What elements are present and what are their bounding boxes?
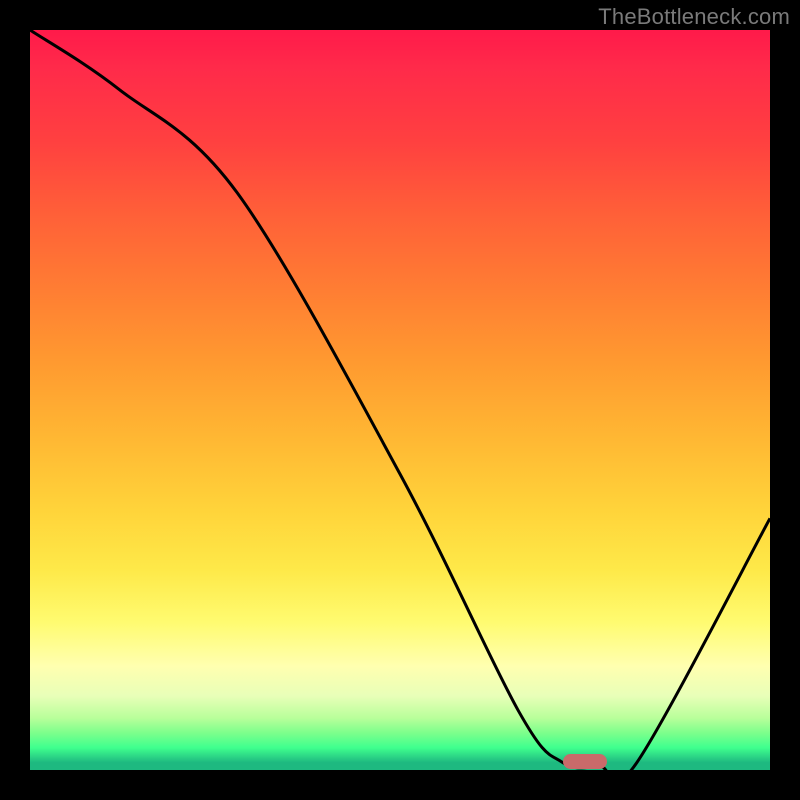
- chart-line-layer: [30, 30, 770, 770]
- chart-plot-area: [30, 30, 770, 770]
- watermark-text: TheBottleneck.com: [598, 4, 790, 30]
- highlight-marker: [563, 754, 607, 769]
- chart-curve-line: [30, 30, 770, 770]
